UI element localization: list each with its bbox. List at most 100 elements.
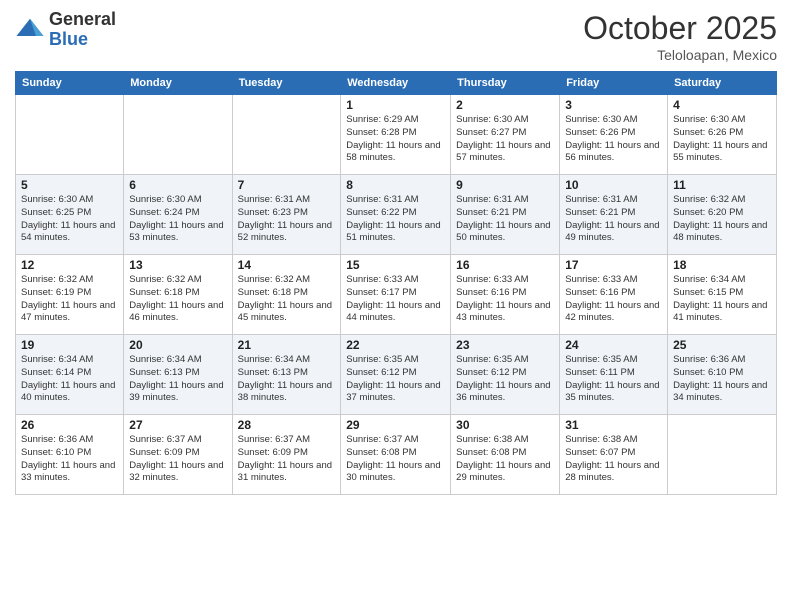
logo-blue: Blue [49, 30, 116, 50]
day-info: Sunrise: 6:32 AMSunset: 6:18 PMDaylight:… [238, 274, 336, 325]
day-info: Sunrise: 6:31 AMSunset: 6:21 PMDaylight:… [456, 194, 554, 245]
day-number: 25 [673, 338, 771, 352]
day-info: Sunrise: 6:33 AMSunset: 6:16 PMDaylight:… [565, 274, 662, 325]
calendar-cell: 19 Sunrise: 6:34 AMSunset: 6:14 PMDayligh… [16, 335, 124, 415]
day-number: 26 [21, 418, 118, 432]
day-info: Sunrise: 6:35 AMSunset: 6:12 PMDaylight:… [346, 354, 445, 405]
calendar-header-sunday: Sunday [16, 72, 124, 95]
day-info: Sunrise: 6:37 AMSunset: 6:08 PMDaylight:… [346, 434, 445, 485]
calendar-cell: 2 Sunrise: 6:30 AMSunset: 6:27 PMDaylight… [451, 95, 560, 175]
calendar-cell: 23 Sunrise: 6:35 AMSunset: 6:12 PMDayligh… [451, 335, 560, 415]
day-number: 5 [21, 178, 118, 192]
calendar-cell: 31Sunrise: 6:38 AMSunset: 6:07 PMDayligh… [560, 415, 668, 495]
day-info: Sunrise: 6:30 AMSunset: 6:26 PMDaylight:… [565, 114, 662, 165]
calendar-week-row: 5Sunrise: 6:30 AMSunset: 6:25 PMDaylight… [16, 175, 777, 255]
day-number: 27 [129, 418, 226, 432]
calendar-cell: 29 Sunrise: 6:37 AMSunset: 6:08 PMDayligh… [341, 415, 451, 495]
calendar-cell [668, 415, 777, 495]
day-number: 6 [129, 178, 226, 192]
day-number: 21 [238, 338, 336, 352]
calendar-cell: 24 Sunrise: 6:35 AMSunset: 6:11 PMDayligh… [560, 335, 668, 415]
calendar-cell: 11Sunrise: 6:32 AMSunset: 6:20 PMDayligh… [668, 175, 777, 255]
calendar-cell: 17 Sunrise: 6:33 AMSunset: 6:16 PMDayligh… [560, 255, 668, 335]
day-number: 19 [21, 338, 118, 352]
calendar-cell: 27 Sunrise: 6:37 AMSunset: 6:09 PMDayligh… [124, 415, 232, 495]
day-number: 23 [456, 338, 554, 352]
calendar-cell: 12 Sunrise: 6:32 AMSunset: 6:19 PMDayligh… [16, 255, 124, 335]
day-info: Sunrise: 6:29 AMSunset: 6:28 PMDaylight:… [346, 114, 445, 165]
logo-text: General Blue [49, 10, 116, 50]
day-info: Sunrise: 6:37 AMSunset: 6:09 PMDaylight:… [238, 434, 336, 485]
day-info: Sunrise: 6:38 AMSunset: 6:07 PMDaylight:… [565, 434, 662, 485]
day-number: 11 [673, 178, 771, 192]
day-number: 18 [673, 258, 771, 272]
day-info: Sunrise: 6:37 AMSunset: 6:09 PMDaylight:… [129, 434, 226, 485]
day-info: Sunrise: 6:31 AMSunset: 6:22 PMDaylight:… [346, 194, 445, 245]
day-number: 30 [456, 418, 554, 432]
calendar-cell: 8 Sunrise: 6:31 AMSunset: 6:22 PMDaylight… [341, 175, 451, 255]
day-number: 7 [238, 178, 336, 192]
day-number: 1 [346, 98, 445, 112]
day-info: Sunrise: 6:35 AMSunset: 6:12 PMDaylight:… [456, 354, 554, 405]
calendar-header-monday: Monday [124, 72, 232, 95]
calendar-cell: 18Sunrise: 6:34 AMSunset: 6:15 PMDayligh… [668, 255, 777, 335]
day-number: 29 [346, 418, 445, 432]
day-number: 2 [456, 98, 554, 112]
location: Teloloapan, Mexico [583, 47, 777, 63]
day-info: Sunrise: 6:33 AMSunset: 6:16 PMDaylight:… [456, 274, 554, 325]
day-number: 13 [129, 258, 226, 272]
day-number: 24 [565, 338, 662, 352]
day-number: 12 [21, 258, 118, 272]
calendar-cell: 3 Sunrise: 6:30 AMSunset: 6:26 PMDaylight… [560, 95, 668, 175]
calendar-cell: 6 Sunrise: 6:30 AMSunset: 6:24 PMDaylight… [124, 175, 232, 255]
day-number: 3 [565, 98, 662, 112]
day-number: 16 [456, 258, 554, 272]
day-info: Sunrise: 6:30 AMSunset: 6:26 PMDaylight:… [673, 114, 771, 165]
day-info: Sunrise: 6:32 AMSunset: 6:19 PMDaylight:… [21, 274, 118, 325]
calendar-cell: 21 Sunrise: 6:34 AMSunset: 6:13 PMDayligh… [232, 335, 341, 415]
day-info: Sunrise: 6:30 AMSunset: 6:27 PMDaylight:… [456, 114, 554, 165]
day-number: 20 [129, 338, 226, 352]
day-number: 8 [346, 178, 445, 192]
calendar-cell [16, 95, 124, 175]
calendar-week-row: 1 Sunrise: 6:29 AMSunset: 6:28 PMDaylight… [16, 95, 777, 175]
calendar-cell: 28Sunrise: 6:37 AMSunset: 6:09 PMDayligh… [232, 415, 341, 495]
logo: General Blue [15, 10, 116, 50]
day-number: 22 [346, 338, 445, 352]
day-info: Sunrise: 6:34 AMSunset: 6:14 PMDaylight:… [21, 354, 118, 405]
calendar-header-wednesday: Wednesday [341, 72, 451, 95]
calendar-cell: 15Sunrise: 6:33 AMSunset: 6:17 PMDayligh… [341, 255, 451, 335]
day-number: 10 [565, 178, 662, 192]
day-info: Sunrise: 6:34 AMSunset: 6:13 PMDaylight:… [238, 354, 336, 405]
calendar-cell [124, 95, 232, 175]
title-block: October 2025 Teloloapan, Mexico [583, 10, 777, 63]
logo-icon [15, 15, 45, 45]
day-info: Sunrise: 6:38 AMSunset: 6:08 PMDaylight:… [456, 434, 554, 485]
day-number: 14 [238, 258, 336, 272]
day-number: 9 [456, 178, 554, 192]
calendar-cell: 14 Sunrise: 6:32 AMSunset: 6:18 PMDayligh… [232, 255, 341, 335]
calendar-cell: 30 Sunrise: 6:38 AMSunset: 6:08 PMDayligh… [451, 415, 560, 495]
day-number: 4 [673, 98, 771, 112]
calendar-header-friday: Friday [560, 72, 668, 95]
day-info: Sunrise: 6:31 AMSunset: 6:23 PMDaylight:… [238, 194, 336, 245]
day-number: 17 [565, 258, 662, 272]
day-info: Sunrise: 6:36 AMSunset: 6:10 PMDaylight:… [673, 354, 771, 405]
day-info: Sunrise: 6:30 AMSunset: 6:24 PMDaylight:… [129, 194, 226, 245]
day-info: Sunrise: 6:34 AMSunset: 6:13 PMDaylight:… [129, 354, 226, 405]
calendar-cell: 16 Sunrise: 6:33 AMSunset: 6:16 PMDayligh… [451, 255, 560, 335]
day-info: Sunrise: 6:33 AMSunset: 6:17 PMDaylight:… [346, 274, 445, 325]
day-info: Sunrise: 6:32 AMSunset: 6:18 PMDaylight:… [129, 274, 226, 325]
calendar-week-row: 19 Sunrise: 6:34 AMSunset: 6:14 PMDayligh… [16, 335, 777, 415]
calendar-header-thursday: Thursday [451, 72, 560, 95]
calendar-header-tuesday: Tuesday [232, 72, 341, 95]
calendar-cell: 5Sunrise: 6:30 AMSunset: 6:25 PMDaylight… [16, 175, 124, 255]
calendar-cell: 7 Sunrise: 6:31 AMSunset: 6:23 PMDaylight… [232, 175, 341, 255]
day-info: Sunrise: 6:35 AMSunset: 6:11 PMDaylight:… [565, 354, 662, 405]
calendar-cell: 4 Sunrise: 6:30 AMSunset: 6:26 PMDaylight… [668, 95, 777, 175]
calendar-week-row: 26Sunrise: 6:36 AMSunset: 6:10 PMDayligh… [16, 415, 777, 495]
calendar-cell: 22 Sunrise: 6:35 AMSunset: 6:12 PMDayligh… [341, 335, 451, 415]
calendar-cell [232, 95, 341, 175]
logo-general: General [49, 10, 116, 30]
calendar-header-saturday: Saturday [668, 72, 777, 95]
